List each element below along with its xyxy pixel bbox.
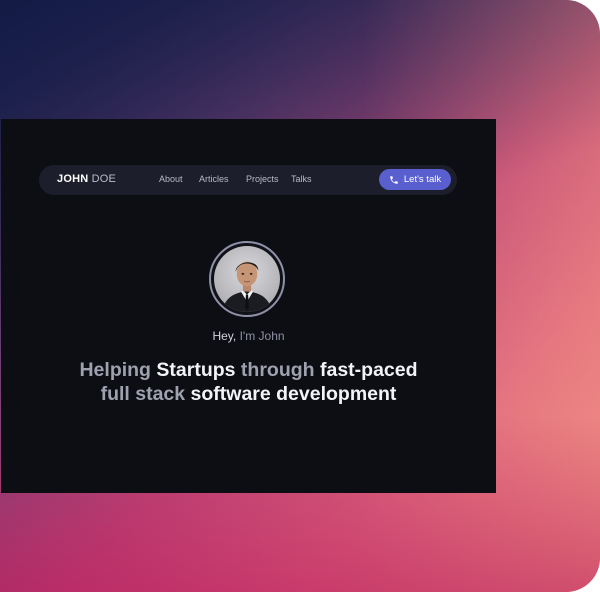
headline-line-2: full stack software development [1, 382, 496, 406]
brand-first-name: JOHN [57, 173, 89, 185]
lets-talk-button[interactable]: Let's talk [379, 169, 451, 190]
nav-link-talks[interactable]: Talks [291, 174, 312, 184]
headline-part: full stack [100, 383, 191, 405]
brand-logo[interactable]: JOHN DOE [57, 173, 116, 185]
nav-link-about[interactable]: About [159, 174, 183, 184]
headline-highlight-fast-paced: fast-paced [319, 359, 418, 381]
nav-link-projects[interactable]: Projects [246, 174, 279, 184]
greeting-text: Hey, I'm John [1, 329, 496, 343]
headline-highlight-software-development: software development [190, 383, 397, 405]
hero-headline: Helping Startups through fast-paced full… [1, 358, 496, 406]
headline-part: through [235, 359, 320, 381]
greeting-name: I'm John [239, 329, 285, 343]
headline-line-1: Helping Startups through fast-paced [1, 358, 496, 382]
nav-link-articles[interactable]: Articles [199, 174, 229, 184]
profile-avatar-ring [209, 241, 285, 317]
headline-part: Helping [79, 359, 157, 381]
lets-talk-label: Let's talk [403, 174, 442, 185]
avatar [214, 246, 280, 312]
navbar: JOHN DOE About Articles Projects Talks L… [39, 165, 457, 195]
headline-highlight-startups: Startups [156, 359, 236, 381]
portrait-image [222, 261, 272, 312]
website-preview: JOHN DOE About Articles Projects Talks L… [1, 119, 496, 493]
phone-icon [390, 175, 398, 184]
brand-last-name: DOE [91, 173, 117, 185]
greeting-prefix: Hey, [212, 329, 237, 343]
